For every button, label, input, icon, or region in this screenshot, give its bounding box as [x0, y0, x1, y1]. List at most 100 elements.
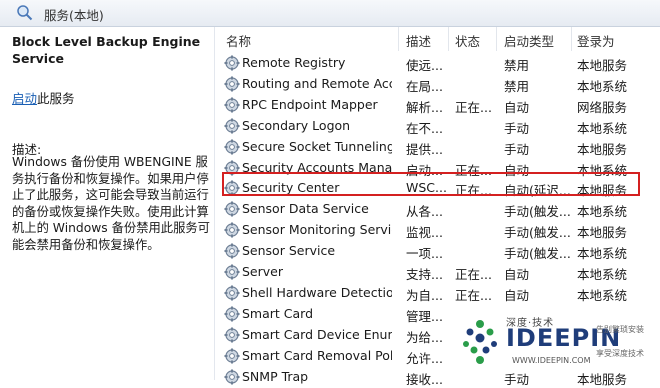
ideepin-watermark: 深度·技术 IDEEPIN WWW.IDEEPIN.COM 告别繁琐安装 享受深… [458, 312, 654, 378]
service-gear-icon [224, 118, 240, 134]
title-bar: 服务(本地) [0, 0, 660, 27]
column-header-row: 名称 描述 状态 启动类型 登录为 [216, 27, 660, 51]
service-gear-icon [224, 97, 240, 113]
service-description-cell: 解析... [406, 99, 443, 115]
column-divider[interactable] [448, 27, 449, 51]
service-gear-icon [224, 327, 240, 343]
service-startup-type: 禁用 [504, 58, 530, 73]
service-description-cell: 管理... [406, 308, 443, 324]
service-name: Security Center [242, 180, 340, 196]
service-logon-as: 本地系统 [577, 162, 628, 178]
service-description-cell: 监视... [406, 225, 443, 241]
service-logon-as: 网络服务 [577, 99, 628, 115]
column-header-logon-as[interactable]: 登录为 [577, 31, 615, 50]
service-name: Remote Registry [242, 55, 346, 70]
service-row[interactable]: Routing and Remote Acc... 在局... 禁用 本地系统 [216, 73, 660, 94]
service-logon-as: 本地服务 [577, 225, 628, 241]
service-row[interactable]: RPC Endpoint Mapper 解析... 正在... 自动 网络服务 [216, 94, 660, 115]
service-name: Smart Card Device Enum... [242, 326, 392, 342]
column-header-status[interactable]: 状态 [455, 31, 480, 50]
service-gear-icon [224, 55, 240, 71]
column-divider[interactable] [571, 27, 572, 51]
service-gear-icon [224, 306, 240, 322]
service-startup-type: 自动 [504, 162, 530, 178]
column-header-name[interactable]: 名称 [226, 31, 251, 50]
service-logon-as: 本地服务 [577, 58, 628, 73]
service-gear-icon [224, 243, 240, 259]
service-gear-icon [224, 285, 240, 301]
service-name: Smart Card Removal Poli... [242, 347, 392, 363]
window-title: 服务(本地) [44, 8, 104, 23]
service-name: Smart Card [242, 305, 314, 321]
service-gear-icon [224, 369, 240, 384]
service-row[interactable]: Security Center WSC... 正在... 自动(延迟... 本地服务 [216, 177, 660, 198]
service-row[interactable]: Sensor Data Service 从各... 手动(触发... 本地系统 [216, 198, 660, 219]
column-divider[interactable] [398, 27, 399, 51]
service-name: Secondary Logon [242, 117, 351, 133]
service-startup-type: 自动 [504, 267, 530, 282]
service-row[interactable]: Sensor Monitoring Service 监视... 手动(触发... 本地… [216, 219, 660, 240]
service-description-cell: 从各... [406, 204, 443, 220]
service-description-cell: 使远... [406, 58, 443, 73]
service-name: Server [242, 264, 283, 279]
service-description-cell: 为自... [406, 287, 443, 303]
service-gear-icon [224, 76, 240, 92]
column-header-description[interactable]: 描述 [406, 31, 431, 50]
service-logon-as: 本地系统 [577, 120, 628, 136]
service-gear-icon [224, 180, 240, 196]
service-status: 正在... [455, 99, 492, 115]
service-status: 正在... [455, 183, 492, 199]
watermark-url: WWW.IDEEPIN.COM [512, 356, 591, 365]
service-startup-type: 手动(触发... [504, 225, 570, 241]
service-startup-type: 自动 [504, 99, 530, 115]
start-service-suffix: 此服务 [37, 91, 75, 106]
services-search-icon [17, 5, 33, 21]
service-gear-icon [224, 348, 240, 364]
service-row[interactable]: Security Accounts Manag... 启动... 正在... 自动 本地… [216, 157, 660, 178]
service-gear-icon [224, 222, 240, 238]
service-status: 正在... [455, 267, 492, 282]
service-description-cell: WSC... [406, 180, 446, 196]
service-name: Routing and Remote Acc... [242, 75, 392, 91]
service-startup-type: 手动(触发... [504, 246, 570, 262]
service-startup-type: 手动(触发... [504, 204, 570, 220]
service-row[interactable]: Shell Hardware Detection 为自... 正在... 自动 本地系统 [216, 282, 660, 303]
service-gear-icon [224, 264, 240, 280]
service-gear-icon [224, 139, 240, 155]
service-description-cell: 接收... [406, 371, 443, 387]
service-startup-type: 手动 [504, 120, 530, 136]
service-row[interactable]: Secondary Logon 在不... 手动 本地系统 [216, 115, 660, 136]
service-description-cell: 提供... [406, 141, 443, 157]
service-row[interactable]: Secure Socket Tunneling ... 提供... 手动 本地服务 [216, 136, 660, 157]
service-gear-icon [224, 160, 240, 175]
service-description-cell: 在局... [406, 78, 443, 94]
selected-service-name: Block Level Backup Engine Service [12, 34, 201, 66]
service-name: Shell Hardware Detection [242, 284, 392, 300]
service-startup-type: 手动 [504, 141, 530, 157]
service-status: 正在... [455, 162, 492, 178]
service-row[interactable]: Sensor Service 一项... 手动(触发... 本地系统 [216, 240, 660, 261]
service-logon-as: 本地系统 [577, 204, 628, 220]
service-startup-type: 自动 [504, 287, 530, 303]
service-startup-type: 禁用 [504, 78, 530, 94]
service-row[interactable]: Server 支持... 正在... 自动 本地系统 [216, 261, 660, 282]
service-status: 正在... [455, 287, 492, 303]
ideepin-logo-icon [463, 320, 497, 364]
service-name: Secure Socket Tunneling ... [242, 138, 392, 154]
column-header-startup-type[interactable]: 启动类型 [504, 31, 554, 50]
service-name: SNMP Trap [242, 368, 309, 384]
service-detail-pane: Block Level Backup Engine Service 启动此服务 … [0, 27, 215, 380]
column-divider[interactable] [496, 27, 497, 51]
service-description-cell: 支持... [406, 267, 443, 282]
service-logon-as: 本地系统 [577, 267, 628, 282]
watermark-slogan-1: 告别繁琐安装 [596, 325, 644, 334]
start-service-link[interactable]: 启动 [12, 91, 37, 106]
service-row[interactable]: Remote Registry 使远... 禁用 本地服务 [216, 52, 660, 73]
service-logon-as: 本地系统 [577, 287, 628, 303]
service-name: Sensor Service [242, 243, 336, 259]
service-logon-as: 本地服务 [577, 183, 628, 199]
service-name: Security Accounts Manag... [242, 159, 392, 175]
service-logon-as: 本地系统 [577, 246, 628, 262]
service-description-cell: 为给... [406, 329, 443, 345]
service-logon-as: 本地服务 [577, 141, 628, 157]
